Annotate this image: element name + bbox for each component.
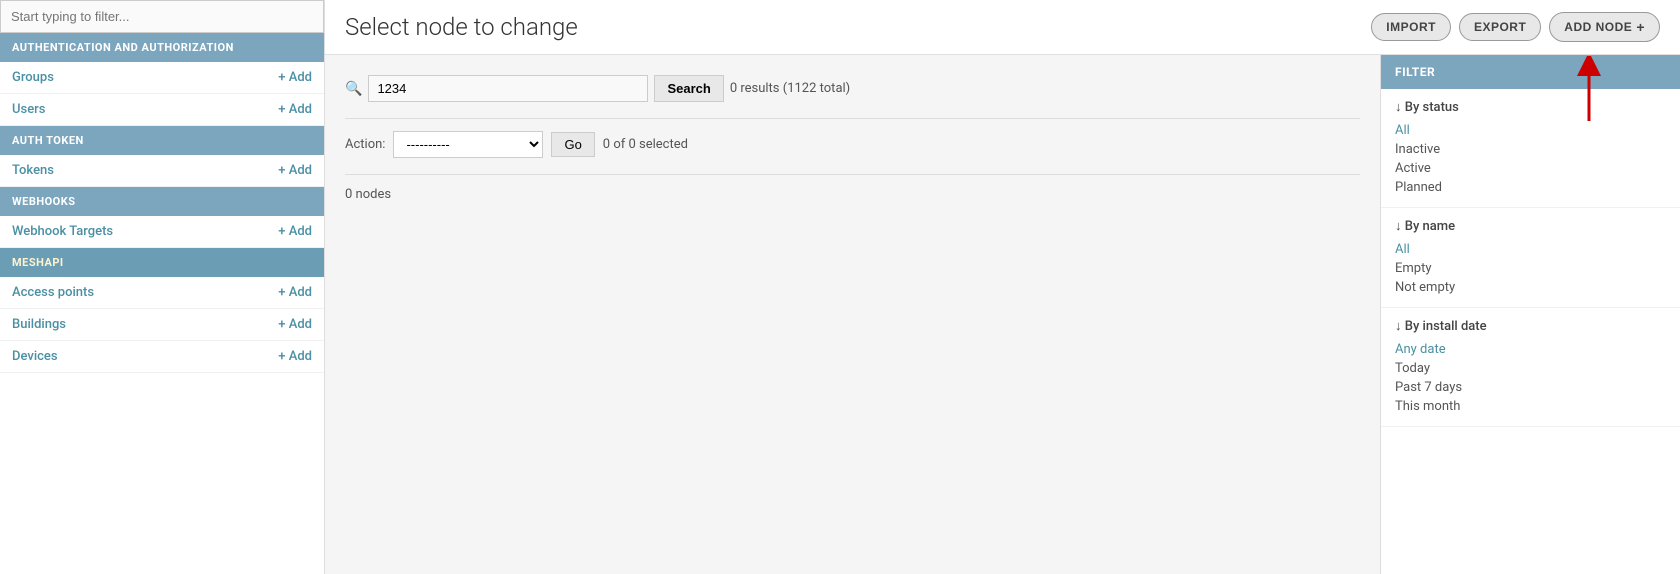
sidebar-add-groups[interactable]: + Add: [278, 70, 312, 85]
search-icon: 🔍: [345, 81, 362, 97]
main-panel: 🔍 Search 0 results (1122 total) Action: …: [325, 55, 1380, 574]
sidebar-section-auth: AUTHENTICATION AND AUTHORIZATION: [0, 33, 324, 62]
sidebar-link-webhook-targets[interactable]: Webhook Targets: [12, 224, 113, 239]
search-button[interactable]: Search: [654, 75, 723, 102]
search-input[interactable]: [368, 75, 648, 102]
export-button[interactable]: EXPORT: [1459, 13, 1541, 41]
filter-date-any[interactable]: Any date: [1395, 340, 1666, 359]
selected-info: 0 of 0 selected: [603, 137, 688, 152]
divider-search: [345, 118, 1360, 119]
filter-date-past7: Past 7 days: [1395, 378, 1666, 397]
divider-action: [345, 174, 1360, 175]
nodes-count: 0 nodes: [345, 187, 1360, 202]
filter-date-today: Today: [1395, 359, 1666, 378]
sidebar-add-users[interactable]: + Add: [278, 102, 312, 117]
sidebar-link-access-points[interactable]: Access points: [12, 285, 94, 300]
sidebar-link-devices[interactable]: Devices: [12, 349, 58, 364]
import-button[interactable]: IMPORT: [1371, 13, 1451, 41]
filter-by-install-date-title: ↓ By install date: [1395, 318, 1666, 334]
add-node-button[interactable]: ADD NODE +: [1549, 12, 1660, 42]
filter-section-by-install-date: ↓ By install date Any date Today Past 7 …: [1381, 308, 1680, 427]
sidebar: AUTHENTICATION AND AUTHORIZATION Groups …: [0, 0, 325, 574]
filter-date-this-month: This month: [1395, 397, 1666, 416]
filter-status-planned: Planned: [1395, 178, 1666, 197]
sidebar-item-access-points: Access points + Add: [0, 277, 324, 309]
sidebar-item-buildings: Buildings + Add: [0, 309, 324, 341]
filter-status-active: Active: [1395, 159, 1666, 178]
sidebar-item-users: Users + Add: [0, 94, 324, 126]
search-bar: 🔍 Search 0 results (1122 total): [345, 75, 1360, 102]
filter-name-all[interactable]: All: [1395, 240, 1666, 259]
sidebar-add-webhook-targets[interactable]: + Add: [278, 224, 312, 239]
filter-status-all[interactable]: All: [1395, 121, 1666, 140]
sidebar-link-users[interactable]: Users: [12, 102, 45, 117]
filter-name-not-empty: Not empty: [1395, 278, 1666, 297]
sidebar-item-webhook-targets: Webhook Targets + Add: [0, 216, 324, 248]
action-select[interactable]: ----------: [393, 131, 543, 158]
topbar-buttons: IMPORT EXPORT ADD NODE +: [1371, 12, 1660, 42]
sidebar-section-webhooks: WEBHOOKS: [0, 187, 324, 216]
sidebar-link-tokens[interactable]: Tokens: [12, 163, 54, 178]
sidebar-add-tokens[interactable]: + Add: [278, 163, 312, 178]
filter-section-by-status: ↓ By status All Inactive Active Planned: [1381, 89, 1680, 208]
sidebar-add-devices[interactable]: + Add: [278, 349, 312, 364]
main-area: Select node to change IMPORT EXPORT ADD …: [325, 0, 1680, 574]
sidebar-item-tokens: Tokens + Add: [0, 155, 324, 187]
sidebar-item-devices: Devices + Add: [0, 341, 324, 373]
action-label: Action:: [345, 137, 385, 152]
filter-header: FILTER: [1381, 55, 1680, 89]
filter-status-inactive: Inactive: [1395, 140, 1666, 159]
sidebar-section-meshapi: MESHAPI: [0, 248, 324, 277]
filter-panel: FILTER ↓ By status All Inactive Active P…: [1380, 55, 1680, 574]
action-bar: Action: ---------- Go 0 of 0 selected: [345, 131, 1360, 158]
sidebar-add-access-points[interactable]: + Add: [278, 285, 312, 300]
sidebar-link-buildings[interactable]: Buildings: [12, 317, 66, 332]
filter-by-name-title: ↓ By name: [1395, 218, 1666, 234]
sidebar-section-auth-token: AUTH TOKEN: [0, 126, 324, 155]
filter-section-by-name: ↓ By name All Empty Not empty: [1381, 208, 1680, 308]
page-title: Select node to change: [345, 13, 578, 41]
sidebar-item-groups: Groups + Add: [0, 62, 324, 94]
sidebar-link-groups[interactable]: Groups: [12, 70, 54, 85]
sidebar-add-buildings[interactable]: + Add: [278, 317, 312, 332]
topbar: Select node to change IMPORT EXPORT ADD …: [325, 0, 1680, 55]
content-area: 🔍 Search 0 results (1122 total) Action: …: [325, 55, 1680, 574]
go-button[interactable]: Go: [551, 132, 594, 157]
filter-by-status-title: ↓ By status: [1395, 99, 1666, 115]
plus-icon: +: [1636, 19, 1645, 35]
filter-name-empty: Empty: [1395, 259, 1666, 278]
sidebar-filter-input[interactable]: [0, 0, 324, 33]
search-results-info: 0 results (1122 total): [730, 81, 850, 96]
